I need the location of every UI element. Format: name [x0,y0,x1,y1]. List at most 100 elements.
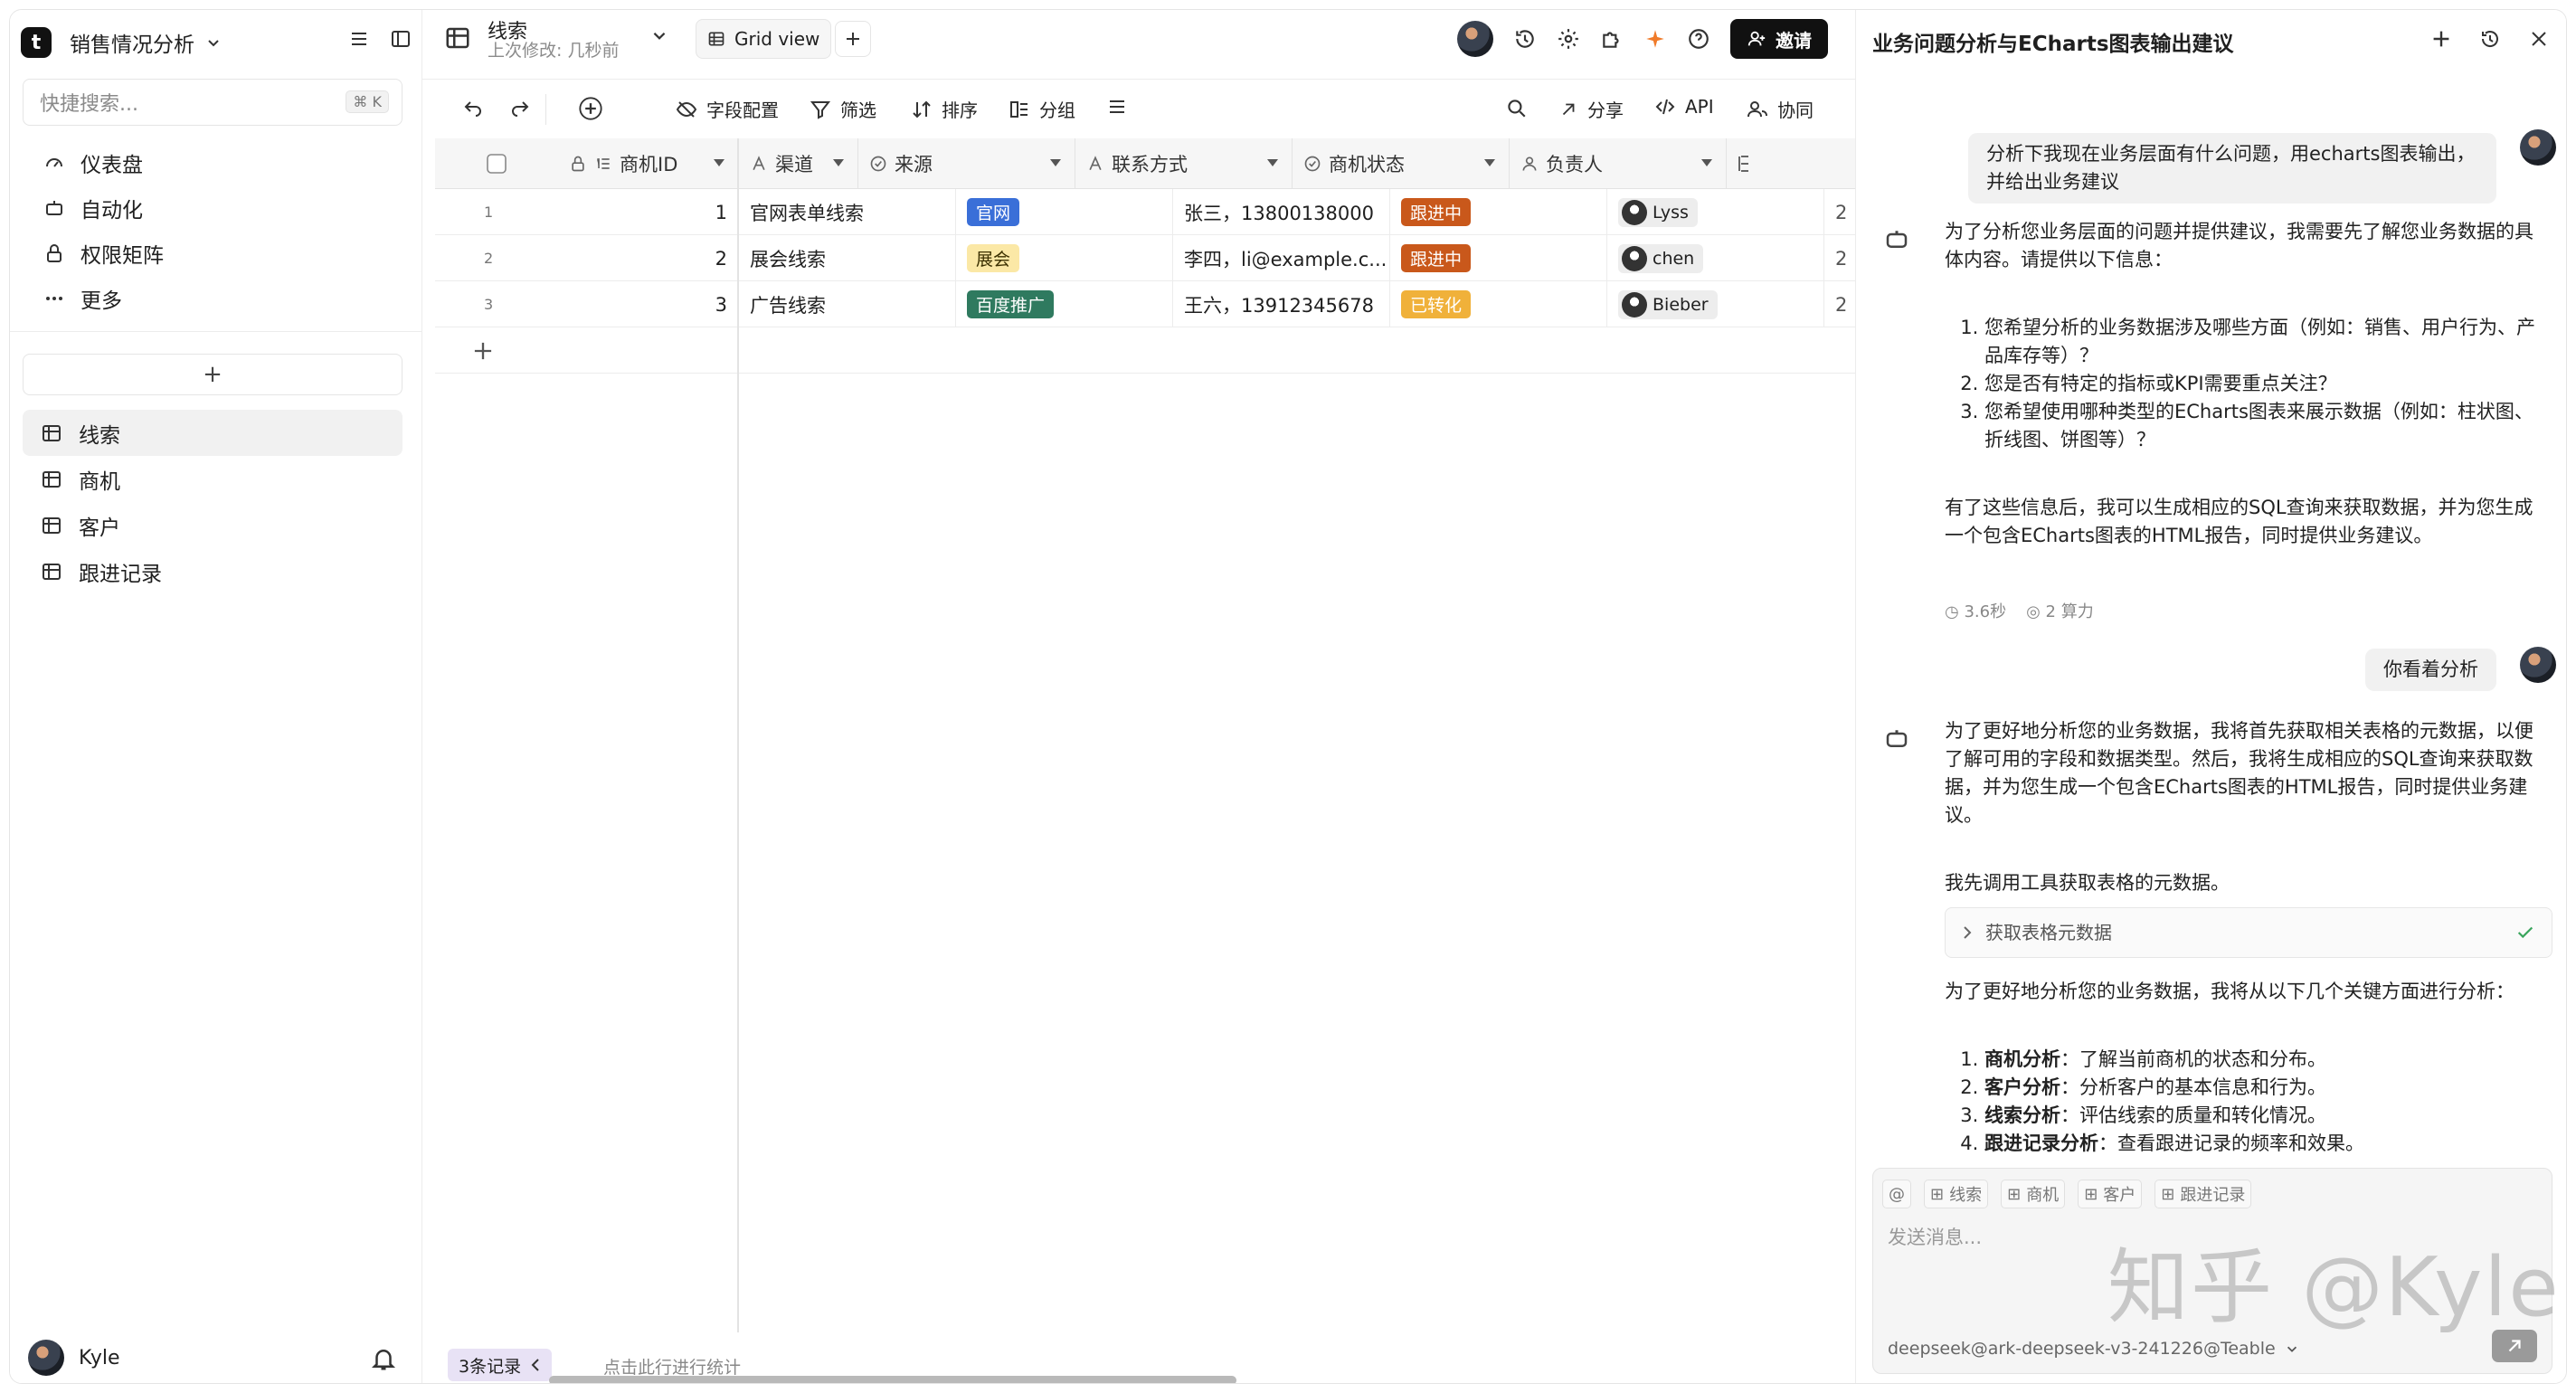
sidebar-item-label: 自动化 [80,199,143,223]
cell-id[interactable]: 1 [558,189,739,235]
mention-at-button[interactable]: @ [1882,1180,1911,1208]
cell-contact[interactable]: 李四，li@example.c... [1173,235,1390,281]
owner-chip: chen [1618,243,1704,273]
chevron-down-icon[interactable] [650,26,668,44]
cell-status[interactable]: 已转化 [1390,281,1607,327]
column-header-source[interactable]: 来源 [858,138,1075,189]
sidebar-table-customers[interactable]: 客户 [23,502,402,548]
horizontal-scrollbar[interactable] [549,1376,1236,1383]
ai-sparkle-icon[interactable] [1643,27,1667,51]
plus-icon[interactable] [471,339,495,363]
cell-channel[interactable]: 展会线索 [739,235,956,281]
list-item-text: ：了解当前商机的状态和分布。 [2060,1048,2326,1070]
group-button[interactable]: 分组 [1009,96,1075,122]
cell-status[interactable]: 跟进中 [1390,235,1607,281]
undo-icon[interactable] [462,96,484,118]
cell-status[interactable]: 跟进中 [1390,189,1607,235]
api-button[interactable]: API [1654,96,1714,118]
mention-table-leads[interactable]: ⊞ 线索 [1924,1180,1989,1208]
help-icon[interactable] [1687,27,1710,51]
cell-overflow[interactable]: 2 [1824,281,1855,327]
cell-owner[interactable]: Bieber [1607,281,1824,327]
invite-button[interactable]: 邀请 [1730,19,1828,59]
assistant-message: 为了分析您业务层面的问题并提供建议，我需要先了解您业务数据的具体内容。请提供以下… [1945,218,2551,550]
column-header-owner[interactable]: 负责人 [1510,138,1727,189]
cell-id[interactable]: 2 [558,235,739,281]
table-row[interactable]: 2 2 展会线索 展会 李四，li@example.c... 跟进中 chen … [435,235,1855,281]
add-row-line[interactable] [435,327,1855,374]
close-icon[interactable] [2528,28,2550,50]
sidebar-table-leads[interactable]: 线索 [23,410,402,456]
cell-source[interactable]: 官网 [956,189,1173,235]
sidebar-item-permissions[interactable]: 权限矩阵 [23,231,402,276]
history-icon[interactable] [2479,28,2501,50]
select-all-checkbox[interactable] [435,138,558,189]
cell-overflow[interactable]: 2 [1824,235,1855,281]
history-icon[interactable] [1513,27,1537,51]
quick-search-input[interactable]: 快捷搜索... ⌘ K [23,79,402,126]
caret-down-icon[interactable] [713,158,725,167]
cell-source[interactable]: 展会 [956,235,1173,281]
row-height-icon[interactable] [1106,96,1128,118]
table-icon [39,422,64,444]
column-header-more[interactable] [1727,138,1855,189]
collaborate-button[interactable]: 协同 [1747,96,1814,122]
stats-hint[interactable]: 点击此行进行统计 [603,1354,741,1379]
record-count-badge[interactable]: 3条记录 [448,1349,553,1381]
add-table-button[interactable]: + [23,354,402,395]
menu-icon[interactable] [348,28,370,50]
cell-source[interactable]: 百度推广 [956,281,1173,327]
cell-id[interactable]: 3 [558,281,739,327]
cell-owner[interactable]: Lyss [1607,189,1824,235]
cell-contact[interactable]: 张三，13800138000 [1173,189,1390,235]
search-icon[interactable] [1504,96,1528,119]
collaborator-avatar[interactable] [1457,21,1493,57]
field-config-button[interactable]: 字段配置 [676,96,779,122]
list-item-title: 商机分析 [1984,1048,2060,1070]
collapse-sidebar-icon[interactable] [390,28,412,50]
caret-down-icon[interactable] [1266,158,1279,167]
add-view-button[interactable] [835,21,871,57]
settings-gear-icon[interactable] [1557,27,1580,51]
mention-table-customers[interactable]: ⊞ 客户 [2078,1180,2143,1208]
message-input-placeholder[interactable]: 发送消息... [1888,1223,1982,1250]
view-tab-grid[interactable]: Grid view [696,19,832,59]
sidebar-item-dashboard[interactable]: 仪表盘 [23,140,402,185]
base-name[interactable]: 销售情况分析 [70,27,194,58]
chevron-down-icon[interactable] [205,34,222,51]
tool-call-card[interactable]: 获取表格元数据 [1945,907,2552,958]
model-selector[interactable]: deepseek@ark-deepseek-v3-241226@Teable [1888,1339,2299,1359]
plus-icon[interactable] [2430,28,2452,50]
sidebar-table-followups[interactable]: 跟进记录 [23,548,402,594]
redo-icon[interactable] [509,96,531,118]
table-row[interactable]: 3 3 广告线索 百度推广 王六，13912345678 已转化 Bieber … [435,281,1855,327]
column-header-contact[interactable]: 联系方式 [1075,138,1293,189]
mention-table-followups[interactable]: ⊞ 跟进记录 [2155,1180,2252,1208]
column-header-id[interactable]: 商机ID [558,138,739,189]
bell-icon[interactable] [370,1345,397,1372]
table-row[interactable]: 1 1 官网表单线索 官网 张三，13800138000 跟进中 Lyss 2 [435,189,1855,235]
cell-owner[interactable]: chen [1607,235,1824,281]
cell-channel[interactable]: 广告线索 [739,281,956,327]
sidebar-item-automation[interactable]: 自动化 [23,185,402,231]
caret-down-icon[interactable] [1700,158,1713,167]
cell-channel[interactable]: 官网表单线索 [739,189,956,235]
avatar [2520,647,2556,683]
caret-down-icon[interactable] [832,158,845,167]
share-button[interactable]: 分享 [1558,96,1624,122]
cell-overflow[interactable]: 2 [1824,189,1855,235]
caret-down-icon[interactable] [1483,158,1496,167]
user-profile[interactable]: Kyle [28,1340,120,1376]
column-header-status[interactable]: 商机状态 [1293,138,1510,189]
mention-table-opportunities[interactable]: ⊞ 商机 [2001,1180,2066,1208]
caret-down-icon[interactable] [1049,158,1062,167]
column-header-channel[interactable]: 渠道 [739,138,858,189]
plugin-puzzle-icon[interactable] [1600,27,1624,51]
cell-contact[interactable]: 王六，13912345678 [1173,281,1390,327]
filter-button[interactable]: 筛选 [810,96,876,122]
add-record-button[interactable] [578,96,603,121]
sidebar-item-more[interactable]: 更多 [23,276,402,321]
sidebar-table-opportunities[interactable]: 商机 [23,456,402,502]
sort-button[interactable]: 排序 [911,96,978,122]
column-label: 商机状态 [1329,154,1405,175]
